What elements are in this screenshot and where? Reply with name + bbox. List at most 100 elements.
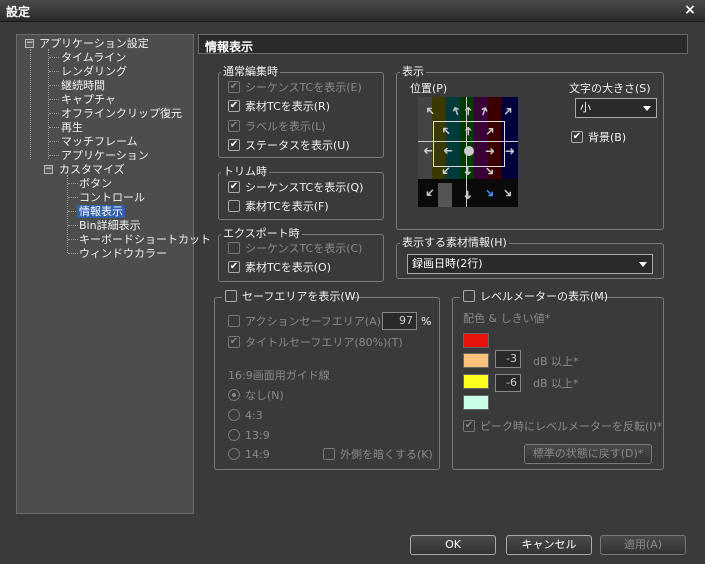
tree-branch xyxy=(68,183,78,184)
peak-reverse-label: ピーク時にレベルメーターを反転(I)* xyxy=(480,420,663,433)
guide-line-title: 16:9画面用ガイド線 xyxy=(228,369,330,382)
export-title: エクスポート時 xyxy=(221,227,302,240)
tree-item-customize[interactable]: カスタマイズ xyxy=(59,163,125,176)
background-label: 背景(B) xyxy=(588,131,627,144)
percent-unit: % xyxy=(421,315,432,328)
window-title: 設定 xyxy=(6,5,31,19)
src-tc-normal-checkbox[interactable]: ✔ xyxy=(228,100,240,112)
tree-item-capture[interactable]: キャプチャ xyxy=(61,93,116,106)
title-safe-checkbox[interactable]: ✔ xyxy=(228,336,240,348)
threshold-1-input[interactable]: -3 xyxy=(495,350,521,368)
tree-guide xyxy=(48,49,49,159)
tree-guide xyxy=(67,175,68,253)
label-normal-checkbox[interactable]: ✔ xyxy=(228,120,240,132)
normal-edit-title: 通常編集時 xyxy=(221,65,280,78)
arrow-down-icon[interactable]: ➜ xyxy=(458,185,478,205)
seq-tc-trim-label: シーケンスTCを表示(Q) xyxy=(245,181,364,194)
tree-branch xyxy=(49,141,59,142)
seq-tc-normal-label: シーケンスTCを表示(E) xyxy=(245,81,362,94)
arrow-left-icon[interactable]: ➜ xyxy=(418,141,438,161)
tree-guide xyxy=(30,49,31,159)
threshold-2-unit: dB 以上* xyxy=(533,377,579,390)
tree-branch xyxy=(68,239,78,240)
reset-default-button[interactable]: 標準の状態に戻す(D)* xyxy=(524,444,652,464)
guide-14-9-radio[interactable] xyxy=(228,448,240,460)
action-safe-checkbox[interactable] xyxy=(228,315,240,327)
expand-icon[interactable]: − xyxy=(25,39,34,48)
tree-branch xyxy=(49,57,59,58)
seq-tc-trim-checkbox[interactable]: ✔ xyxy=(228,181,240,193)
tree-item-offline[interactable]: オフラインクリップ復元 xyxy=(61,107,182,120)
background-checkbox[interactable]: ✔ xyxy=(571,131,583,143)
tree-item-playback[interactable]: 再生 xyxy=(61,121,83,134)
action-safe-label: アクションセーフエリア(A) xyxy=(245,315,381,328)
src-tc-normal-label: 素材TCを表示(R) xyxy=(245,100,330,113)
position-label: 位置(P) xyxy=(410,82,448,95)
color-swatch-2[interactable] xyxy=(463,353,489,368)
tree-item-shortcut[interactable]: キーボードショートカット xyxy=(79,233,211,246)
tree-item-application[interactable]: アプリケーション xyxy=(61,149,149,162)
seq-tc-normal-checkbox[interactable]: ✔ xyxy=(228,81,240,93)
src-tc-trim-checkbox[interactable] xyxy=(228,200,240,212)
tree-root[interactable]: アプリケーション設定 xyxy=(39,37,149,50)
label-normal-label: ラベルを表示(L) xyxy=(245,120,326,133)
color-threshold-title: 配色 & しきい値* xyxy=(463,312,551,325)
arrow-right-icon[interactable]: ➜ xyxy=(500,141,518,161)
safe-area-label: セーフエリアを表示(W) xyxy=(242,290,360,303)
safe-area-checkbox[interactable] xyxy=(225,290,237,302)
ok-button[interactable]: OK xyxy=(410,535,496,555)
peak-reverse-checkbox[interactable]: ✔ xyxy=(463,420,475,432)
tree-item-controls[interactable]: コントロール xyxy=(79,191,145,204)
clip-info-select[interactable]: 録画日時(2行) xyxy=(407,254,653,274)
seq-tc-export-checkbox[interactable] xyxy=(228,242,240,254)
tree-item-matchframe[interactable]: マッチフレーム xyxy=(61,135,138,148)
collapse-icon[interactable]: − xyxy=(44,165,53,174)
guide-13-9-label: 13:9 xyxy=(245,429,270,442)
guide-none-label: なし(N) xyxy=(245,389,284,402)
tree-item-timeline[interactable]: タイムライン xyxy=(61,51,126,64)
title-bar xyxy=(0,0,705,22)
center-dot-icon[interactable] xyxy=(464,146,474,156)
color-swatch-4[interactable] xyxy=(463,395,489,410)
tree-item-duration[interactable]: 継続時間 xyxy=(61,79,105,92)
apply-button[interactable]: 適用(A) xyxy=(600,535,686,555)
status-normal-label: ステータスを表示(U) xyxy=(245,139,350,152)
tree-item-window-color[interactable]: ウィンドウカラー xyxy=(79,247,167,260)
close-icon[interactable]: × xyxy=(681,1,699,19)
level-meter-label: レベルメーターの表示(M) xyxy=(480,290,609,303)
status-normal-checkbox[interactable]: ✔ xyxy=(228,139,240,151)
guide-4-3-radio[interactable] xyxy=(228,409,240,421)
darken-outside-label: 外側を暗くする(K) xyxy=(340,448,433,461)
chevron-down-icon xyxy=(639,262,647,267)
tree-item-rendering[interactable]: レンダリング xyxy=(61,65,127,78)
tree-item-info-display[interactable]: 情報表示 xyxy=(77,205,125,218)
page-header: 情報表示 xyxy=(198,34,688,54)
darken-outside-checkbox[interactable] xyxy=(323,448,335,460)
src-tc-export-checkbox[interactable]: ✔ xyxy=(228,261,240,273)
clip-info-value: 録画日時(2行) xyxy=(412,257,483,270)
trim-title: トリム時 xyxy=(221,165,269,178)
position-preview[interactable]: ➜ ➜ ➜ ➜ ➜ ➜ ➜ ➜ ➜ ➜ ➜ ➜ ➜ ➜ ➜ ➜ ➜ ➜ ➜ xyxy=(418,97,518,207)
guide-4-3-label: 4:3 xyxy=(245,409,263,422)
tree-branch xyxy=(68,197,78,198)
color-swatch-3[interactable] xyxy=(463,374,489,389)
action-safe-input[interactable]: 97 xyxy=(382,312,417,330)
src-tc-export-label: 素材TCを表示(O) xyxy=(245,261,331,274)
seq-tc-export-label: シーケンスTCを表示(C) xyxy=(245,242,363,255)
cancel-button[interactable]: キャンセル xyxy=(506,535,592,555)
threshold-1-unit: dB 以上* xyxy=(533,355,579,368)
clip-info-title: 表示する素材情報(H) xyxy=(400,236,509,249)
text-size-select[interactable]: 小 xyxy=(575,98,657,118)
tree-branch xyxy=(68,225,78,226)
tree-branch xyxy=(68,253,78,254)
threshold-2-input[interactable]: -6 xyxy=(495,374,521,392)
guide-13-9-radio[interactable] xyxy=(228,429,240,441)
tree-item-bin-detail[interactable]: Bin詳細表示 xyxy=(79,219,141,232)
tree-branch xyxy=(49,71,59,72)
tree-item-buttons[interactable]: ボタン xyxy=(79,177,112,190)
src-tc-trim-label: 素材TCを表示(F) xyxy=(245,200,329,213)
level-meter-checkbox[interactable] xyxy=(463,290,475,302)
guide-none-radio[interactable] xyxy=(228,389,240,401)
guide-14-9-label: 14:9 xyxy=(245,448,270,461)
color-swatch-1[interactable] xyxy=(463,333,489,348)
